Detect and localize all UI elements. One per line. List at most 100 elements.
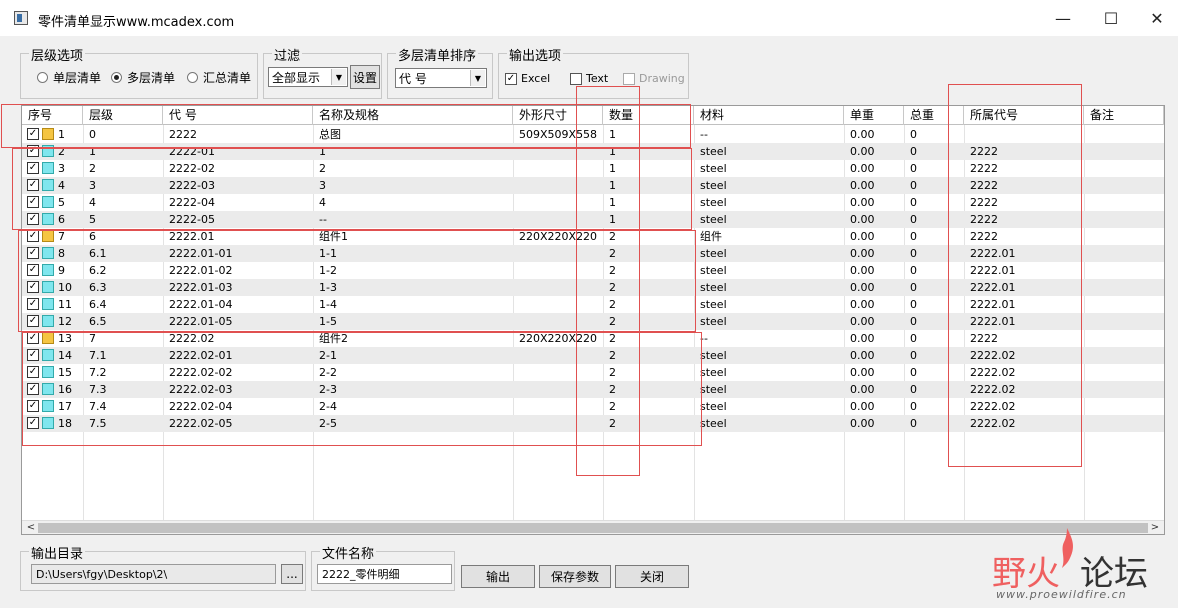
browse-button[interactable]: ... bbox=[281, 564, 303, 584]
parts-list-grid[interactable]: 序号 层级代 号名称及规格 外形尺寸 数量 材料 单重 总重 所属代号 备注 ✓ 1 0 2222 总图… bbox=[21, 105, 1165, 535]
flame-icon bbox=[1062, 528, 1074, 568]
table-row[interactable]: ✓ 9 6.2 2222.01-02 1-2 2 steel 0.00 0 2222.01 bbox=[22, 262, 1164, 279]
excel-checkbox[interactable]: ✓ Excel bbox=[505, 72, 550, 85]
table-row[interactable]: ✓ 15 7.2 2222.02-02 2-2 2 steel 0.00 0 2222.02 bbox=[22, 364, 1164, 381]
row-checkbox[interactable]: ✓ bbox=[27, 213, 39, 225]
part-icon bbox=[42, 366, 54, 378]
cell-level: 6.5 bbox=[89, 315, 107, 328]
row-checkbox[interactable]: ✓ bbox=[27, 366, 39, 378]
cell-material: -- bbox=[700, 128, 708, 141]
row-checkbox[interactable]: ✓ bbox=[27, 332, 39, 344]
table-row[interactable]: ✓ 10 6.3 2222.01-03 1-3 2 steel 0.00 0 2222.01 bbox=[22, 279, 1164, 296]
row-checkbox[interactable]: ✓ bbox=[27, 298, 39, 310]
cell-parent: 2222.01 bbox=[970, 298, 1016, 311]
radio-single-level[interactable]: 单层清单 bbox=[37, 69, 101, 86]
scrollbar-thumb[interactable] bbox=[38, 523, 1148, 533]
column-header-material[interactable]: 材料 bbox=[694, 106, 844, 125]
column-header-name[interactable]: 名称及规格 bbox=[313, 106, 513, 125]
table-row[interactable]: ✓ 4 3 2222-03 3 1 steel 0.00 0 2222 bbox=[22, 177, 1164, 194]
row-checkbox[interactable]: ✓ bbox=[27, 196, 39, 208]
cell-level: 7.2 bbox=[89, 366, 107, 379]
scroll-right-icon[interactable]: > bbox=[1148, 521, 1162, 534]
cell-qty: 2 bbox=[609, 298, 616, 311]
table-row[interactable]: ✓ 6 5 2222-05 -- 1 steel 0.00 0 2222 bbox=[22, 211, 1164, 228]
cell-code: 2222.01-02 bbox=[169, 264, 233, 277]
table-row[interactable]: ✓ 16 7.3 2222.02-03 2-3 2 steel 0.00 0 2222.02 bbox=[22, 381, 1164, 398]
maximize-button[interactable]: ☐ bbox=[1088, 0, 1134, 36]
cell-note bbox=[1084, 262, 1164, 279]
table-row[interactable]: ✓ 5 4 2222-04 4 1 steel 0.00 0 2222 bbox=[22, 194, 1164, 211]
cell-no-wrapper: ✓ 6 bbox=[22, 211, 83, 228]
cell-unit-wt: 0.00 bbox=[850, 247, 875, 260]
table-row[interactable]: ✓ 12 6.5 2222.01-05 1-5 2 steel 0.00 0 2222.01 bbox=[22, 313, 1164, 330]
cell-qty: 1 bbox=[609, 179, 616, 192]
column-header-no[interactable]: 序号 bbox=[22, 106, 83, 125]
scroll-left-icon[interactable]: < bbox=[24, 521, 38, 534]
close-button[interactable]: ✕ bbox=[1134, 0, 1178, 36]
row-checkbox[interactable]: ✓ bbox=[27, 230, 39, 242]
cell-no: 1 bbox=[58, 128, 65, 141]
cell-no: 14 bbox=[58, 349, 72, 362]
table-row[interactable]: ✓ 11 6.4 2222.01-04 1-4 2 steel 0.00 0 2222.01 bbox=[22, 296, 1164, 313]
cell-qty: 2 bbox=[609, 400, 616, 413]
column-header-parent[interactable]: 所属代号 bbox=[964, 106, 1084, 125]
cell-material: -- bbox=[700, 332, 708, 345]
table-row[interactable]: ✓ 3 2 2222-02 2 1 steel 0.00 0 2222 bbox=[22, 160, 1164, 177]
cell-size: 220X220X220 bbox=[519, 332, 598, 345]
row-checkbox[interactable]: ✓ bbox=[27, 417, 39, 429]
row-checkbox[interactable]: ✓ bbox=[27, 128, 39, 140]
table-row[interactable]: ✓ 14 7.1 2222.02-01 2-1 2 steel 0.00 0 2222.02 bbox=[22, 347, 1164, 364]
column-header-size[interactable]: 外形尺寸 bbox=[513, 106, 603, 125]
part-icon bbox=[42, 247, 54, 259]
horizontal-scrollbar[interactable]: < > bbox=[22, 520, 1164, 534]
row-checkbox[interactable]: ✓ bbox=[27, 315, 39, 327]
table-row[interactable]: ✓ 8 6.1 2222.01-01 1-1 2 steel 0.00 0 2222.01 bbox=[22, 245, 1164, 262]
save-params-button[interactable]: 保存参数 bbox=[539, 565, 611, 588]
output-dir-field[interactable]: D:\Users\fgy\Desktop\2\ bbox=[31, 564, 276, 584]
table-row[interactable]: ✓ 7 6 2222.01 组件1 220X220X220 2 组件 0.00 0 2222 bbox=[22, 228, 1164, 245]
cell-qty: 1 bbox=[609, 213, 616, 226]
cell-qty: 2 bbox=[609, 417, 616, 430]
radio-summary[interactable]: 汇总清单 bbox=[187, 69, 251, 86]
export-button[interactable]: 输出 bbox=[461, 565, 535, 588]
column-header-note[interactable]: 备注 bbox=[1084, 106, 1164, 125]
table-row[interactable]: ✓ 18 7.5 2222.02-05 2-5 2 steel 0.00 0 2222.02 bbox=[22, 415, 1164, 432]
row-checkbox[interactable]: ✓ bbox=[27, 179, 39, 191]
row-checkbox[interactable]: ✓ bbox=[27, 162, 39, 174]
filter-settings-button[interactable]: 设置 bbox=[350, 65, 380, 89]
table-row[interactable]: ✓ 2 1 2222-01 1 1 steel 0.00 0 2222 bbox=[22, 143, 1164, 160]
filter-select[interactable]: 全部显示 ▼ bbox=[268, 67, 348, 87]
cell-total-wt: 0 bbox=[910, 366, 917, 379]
close-dialog-button[interactable]: 关闭 bbox=[615, 565, 689, 588]
radio-multi-level[interactable]: 多层清单 bbox=[111, 69, 175, 86]
cell-size bbox=[513, 194, 603, 211]
row-checkbox[interactable]: ✓ bbox=[27, 264, 39, 276]
table-row[interactable]: ✓ 13 7 2222.02 组件2 220X220X220 2 -- 0.00 0 2222 bbox=[22, 330, 1164, 347]
text-checkbox[interactable]: Text bbox=[570, 72, 608, 85]
cell-unit-wt: 0.00 bbox=[850, 230, 875, 243]
column-header-code[interactable]: 代 号 bbox=[163, 106, 313, 125]
cell-code: 2222.01-03 bbox=[169, 281, 233, 294]
sort-select[interactable]: 代 号 ▼ bbox=[395, 68, 487, 88]
column-header-total-wt[interactable]: 总重 bbox=[904, 106, 964, 125]
row-checkbox[interactable]: ✓ bbox=[27, 349, 39, 361]
level-options-label: 层级选项 bbox=[29, 45, 86, 64]
column-header-level[interactable]: 层级 bbox=[83, 106, 163, 125]
minimize-button[interactable]: — bbox=[1040, 0, 1086, 36]
column-header-unit-wt[interactable]: 单重 bbox=[844, 106, 904, 125]
table-row[interactable]: ✓ 17 7.4 2222.02-04 2-4 2 steel 0.00 0 2222.02 bbox=[22, 398, 1164, 415]
file-name-field[interactable]: 2222_零件明细 bbox=[317, 564, 452, 584]
column-header-qty[interactable]: 数量 bbox=[603, 106, 694, 125]
cell-parent: 2222.02 bbox=[970, 383, 1016, 396]
row-checkbox[interactable]: ✓ bbox=[27, 281, 39, 293]
row-checkbox[interactable]: ✓ bbox=[27, 145, 39, 157]
row-checkbox[interactable]: ✓ bbox=[27, 400, 39, 412]
cell-parent: 2222.02 bbox=[970, 349, 1016, 362]
cell-total-wt: 0 bbox=[910, 349, 917, 362]
checkbox-disabled bbox=[623, 72, 635, 85]
part-icon bbox=[42, 145, 54, 157]
row-checkbox[interactable]: ✓ bbox=[27, 247, 39, 259]
row-checkbox[interactable]: ✓ bbox=[27, 383, 39, 395]
cell-no-wrapper: ✓ 9 bbox=[22, 262, 83, 279]
table-row[interactable]: ✓ 1 0 2222 总图 509X509X558 1 -- 0.00 0 bbox=[22, 126, 1164, 143]
